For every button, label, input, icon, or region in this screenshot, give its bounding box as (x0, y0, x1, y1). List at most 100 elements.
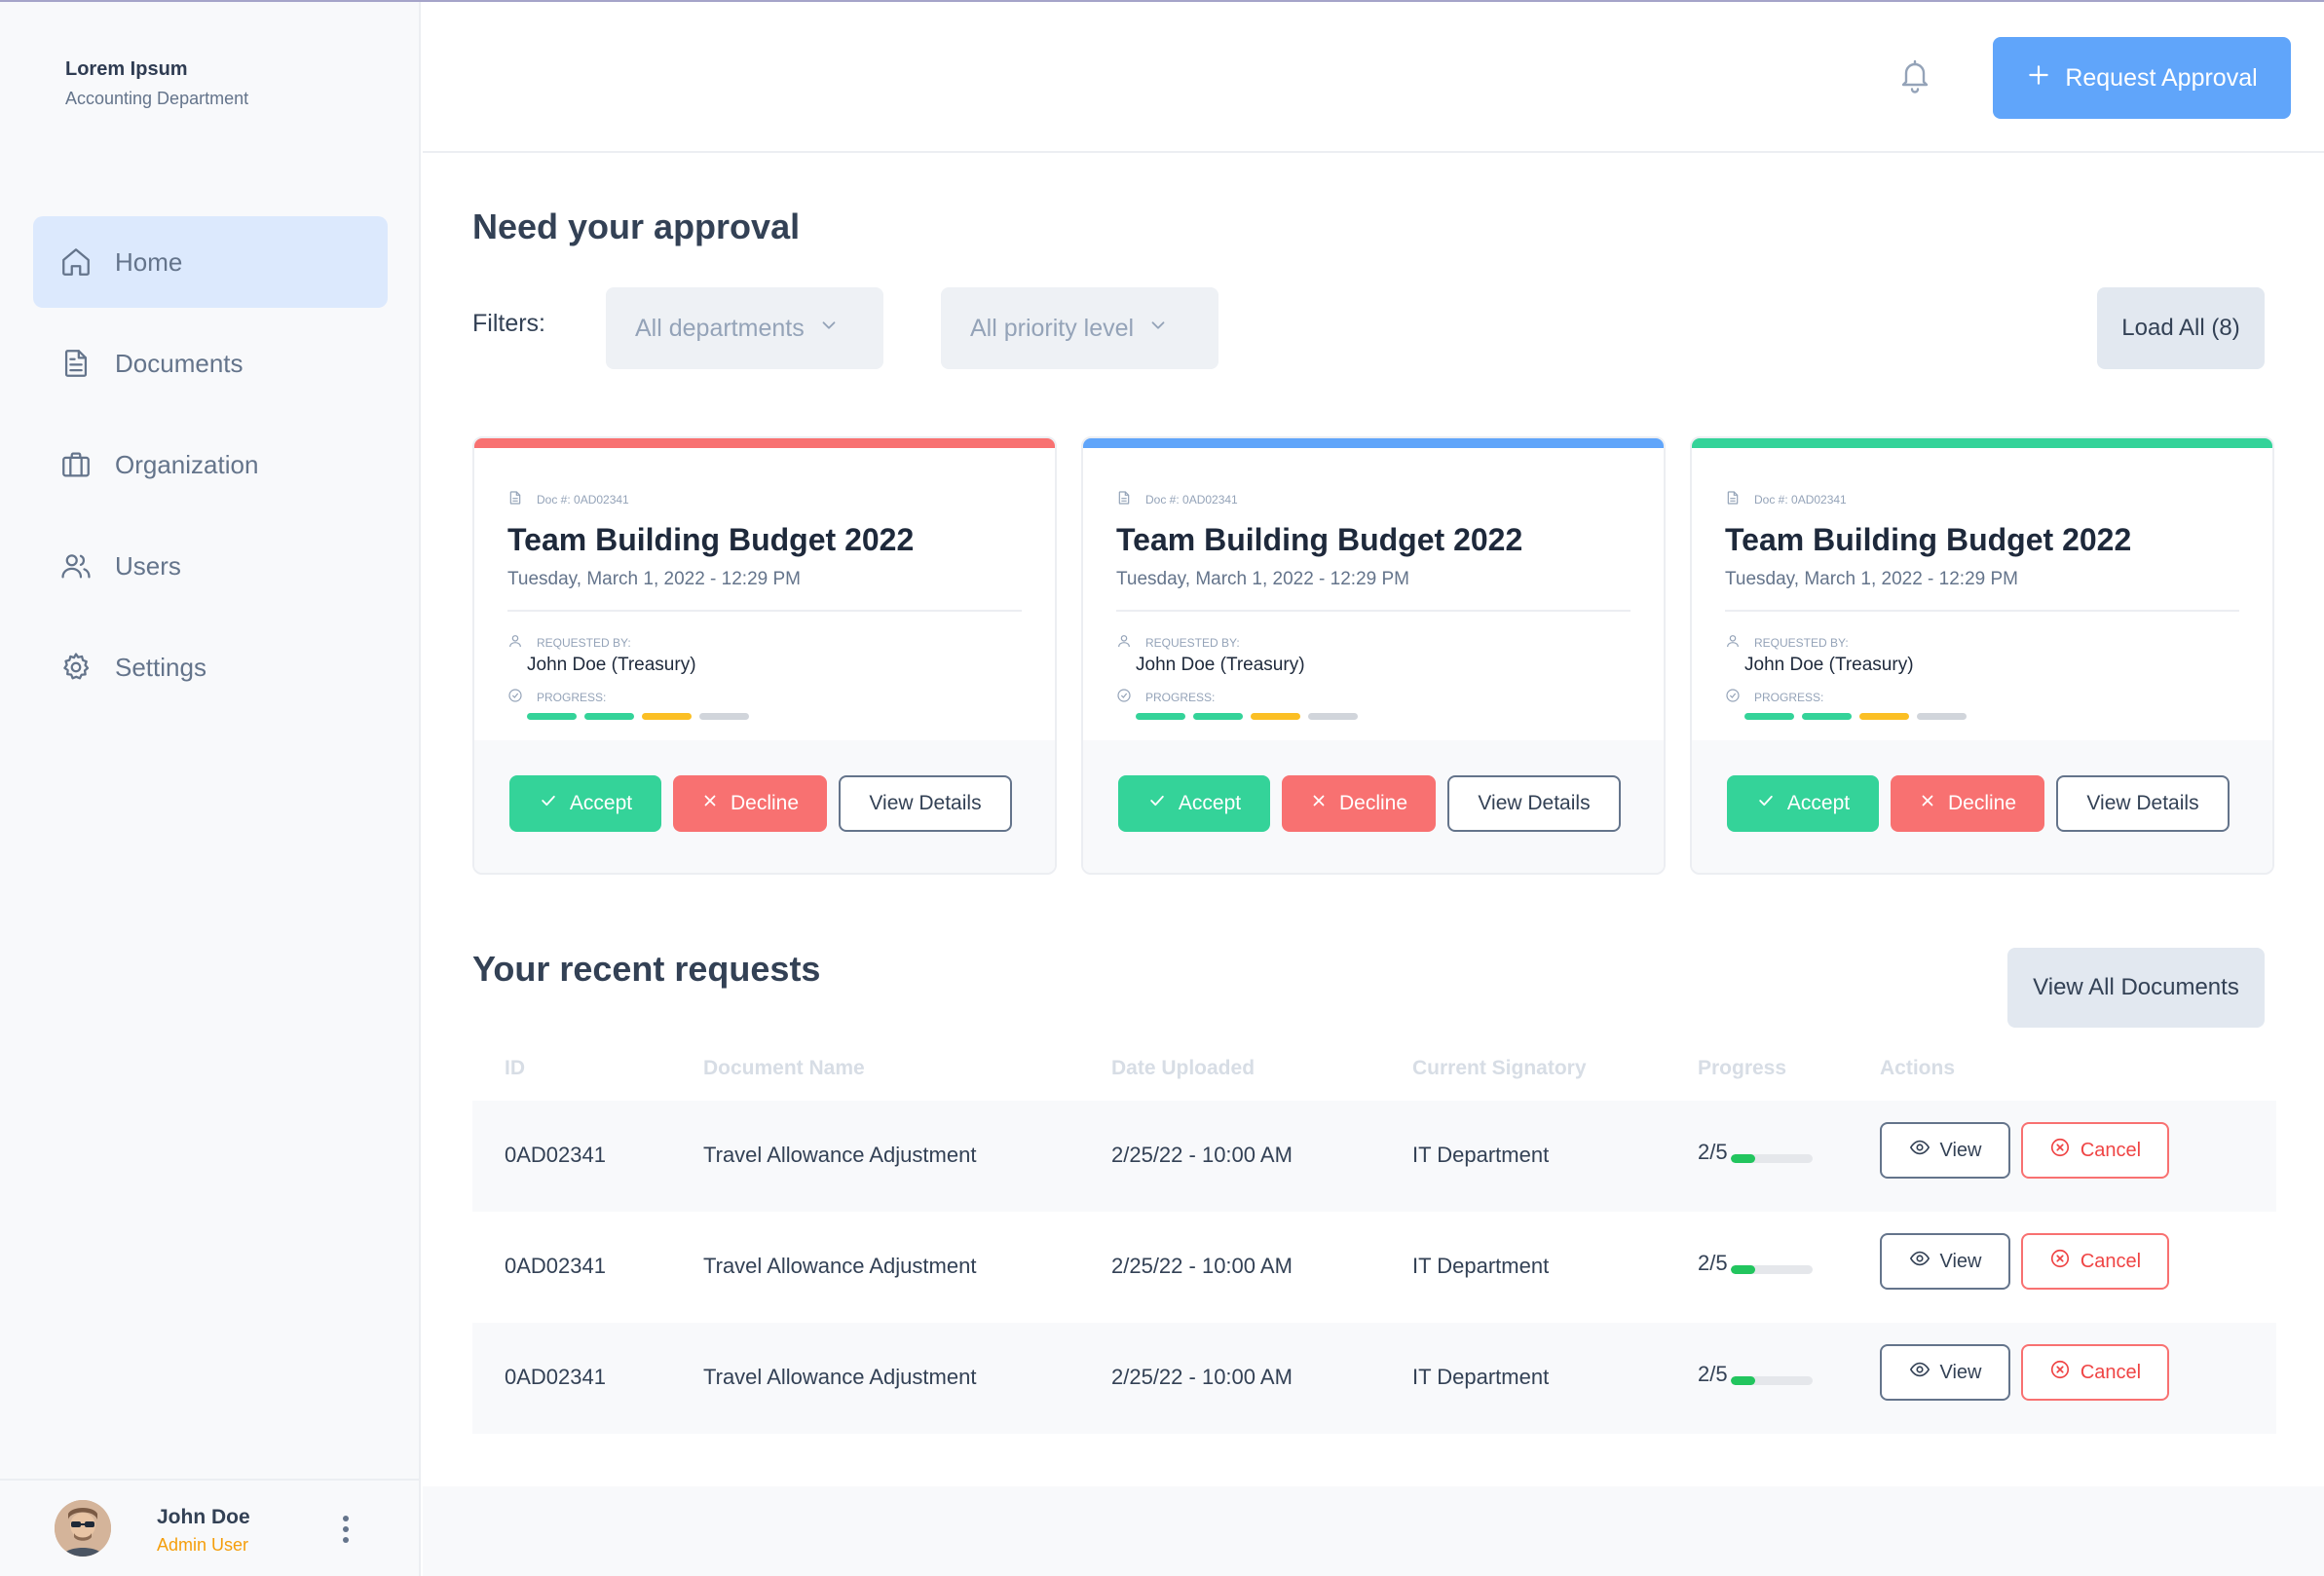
cancel-circle-icon (2049, 1248, 2071, 1275)
cancel-button[interactable]: Cancel (2021, 1233, 2169, 1290)
card-date: Tuesday, March 1, 2022 - 12:29 PM (1116, 569, 1409, 589)
accept-button[interactable]: Accept (509, 775, 661, 832)
cell-signatory: IT Department (1412, 1254, 1550, 1278)
approval-card: Doc #: 0AD02341 Team Building Budget 202… (472, 436, 1057, 875)
card-requested-by-row: REQUESTED BY: (507, 633, 631, 652)
view-label: View (1939, 1139, 1982, 1161)
check-circle-icon (507, 688, 523, 706)
view-button[interactable]: View (1880, 1233, 2010, 1290)
approval-card: Doc #: 0AD02341 Team Building Budget 202… (1081, 436, 1666, 875)
progress-segment (642, 713, 692, 720)
card-actions: Accept Decline View Details (1692, 740, 2272, 873)
view-details-label: View Details (2086, 792, 2199, 814)
priority-filter-dropdown[interactable]: All priority level (941, 287, 1218, 369)
view-button[interactable]: View (1880, 1122, 2010, 1179)
sidebar-item-label: Settings (115, 652, 206, 682)
request-approval-button[interactable]: Request Approval (1993, 37, 2291, 119)
requested-by-name: John Doe (Treasury) (1136, 655, 1305, 675)
home-icon (58, 244, 94, 280)
org-name: Lorem Ipsum (65, 58, 188, 80)
avatar[interactable] (55, 1500, 111, 1557)
requested-by-name: John Doe (Treasury) (1744, 655, 1914, 675)
user-name: John Doe (157, 1506, 250, 1528)
approval-section-title: Need your approval (472, 206, 801, 246)
accept-label: Accept (569, 792, 633, 814)
card-doc-number: Doc #: 0AD02341 (1754, 492, 1847, 507)
cancel-label: Cancel (2080, 1361, 2142, 1383)
card-doc-number-row: Doc #: 0AD02341 (1116, 489, 1238, 509)
progress-label: PROGRESS: (1145, 690, 1216, 704)
view-details-label: View Details (869, 792, 982, 814)
progress-segment (1859, 713, 1909, 720)
progress-bar-fill (1731, 1154, 1756, 1163)
cell-date-uploaded: 2/25/22 - 10:00 AM (1111, 1365, 1293, 1389)
card-divider (507, 610, 1022, 612)
user-icon (1725, 633, 1741, 652)
eye-icon (1909, 1137, 1930, 1164)
card-requested-by-row: REQUESTED BY: (1116, 633, 1240, 652)
sidebar-item-settings[interactable]: Settings (33, 621, 388, 713)
view-details-button[interactable]: View Details (1447, 775, 1621, 832)
progress-segment (1193, 713, 1243, 720)
view-button[interactable]: View (1880, 1344, 2010, 1401)
sidebar-item-users[interactable]: Users (33, 520, 388, 612)
card-progress-bar (1136, 713, 1358, 720)
requested-by-label: REQUESTED BY: (1145, 635, 1240, 650)
view-label: View (1939, 1361, 1982, 1383)
org-department: Accounting Department (65, 89, 249, 108)
decline-button[interactable]: Decline (1282, 775, 1436, 832)
more-vertical-icon[interactable] (337, 1512, 355, 1547)
card-progress-row: PROGRESS: (1725, 688, 1823, 706)
top-header: Request Approval (423, 2, 2324, 153)
cancel-circle-icon (2049, 1137, 2071, 1164)
document-icon (1116, 489, 1132, 509)
cell-document-name: Travel Allowance Adjustment (703, 1365, 977, 1389)
sidebar-item-label: Documents (115, 348, 244, 378)
filters-label: Filters: (472, 310, 545, 337)
cancel-button[interactable]: Cancel (2021, 1344, 2169, 1401)
requested-by-name: John Doe (Treasury) (527, 655, 696, 675)
sidebar-item-label: Users (115, 550, 181, 581)
accept-button[interactable]: Accept (1727, 775, 1879, 832)
card-title: Team Building Budget 2022 (1725, 522, 2132, 557)
check-circle-icon (1725, 688, 1741, 706)
plus-icon (2026, 62, 2051, 94)
department-filter-value: All departments (635, 314, 805, 342)
cell-date-uploaded: 2/25/22 - 10:00 AM (1111, 1143, 1293, 1167)
cancel-circle-icon (2049, 1359, 2071, 1386)
briefcase-icon (58, 447, 94, 482)
accept-button[interactable]: Accept (1118, 775, 1270, 832)
progress-bar (1731, 1265, 1813, 1274)
cell-signatory: IT Department (1412, 1143, 1550, 1167)
view-details-button[interactable]: View Details (839, 775, 1012, 832)
card-progress-bar (527, 713, 749, 720)
card-date: Tuesday, March 1, 2022 - 12:29 PM (507, 569, 801, 589)
sidebar: Lorem Ipsum Accounting Department Home D… (0, 2, 421, 1576)
view-all-documents-button[interactable]: View All Documents (2007, 948, 2265, 1028)
progress-segment (1917, 713, 1967, 720)
load-all-button[interactable]: Load All (8) (2097, 287, 2265, 369)
sidebar-item-organization[interactable]: Organization (33, 419, 388, 510)
card-doc-number: Doc #: 0AD02341 (537, 492, 629, 507)
cancel-label: Cancel (2080, 1139, 2142, 1161)
progress-segment (527, 713, 577, 720)
progress-segment (1308, 713, 1358, 720)
table-row: 0AD02341 Travel Allowance Adjustment 2/2… (472, 1101, 2276, 1212)
cancel-button[interactable]: Cancel (2021, 1122, 2169, 1179)
decline-button[interactable]: Decline (673, 775, 827, 832)
view-details-button[interactable]: View Details (2056, 775, 2230, 832)
org-block: Lorem Ipsum Accounting Department (65, 58, 248, 109)
notification-bell-icon[interactable] (1897, 56, 1932, 95)
cell-document-name: Travel Allowance Adjustment (703, 1254, 977, 1278)
document-icon (1725, 489, 1741, 509)
check-icon (539, 791, 558, 816)
card-divider (1725, 610, 2239, 612)
users-icon (58, 548, 94, 583)
user-icon (507, 633, 523, 652)
sidebar-item-documents[interactable]: Documents (33, 318, 388, 409)
department-filter-dropdown[interactable]: All departments (606, 287, 883, 369)
progress-bar (1731, 1376, 1813, 1385)
decline-button[interactable]: Decline (1891, 775, 2044, 832)
sidebar-item-home[interactable]: Home (33, 216, 388, 308)
table-row: 0AD02341 Travel Allowance Adjustment 2/2… (472, 1212, 2276, 1323)
